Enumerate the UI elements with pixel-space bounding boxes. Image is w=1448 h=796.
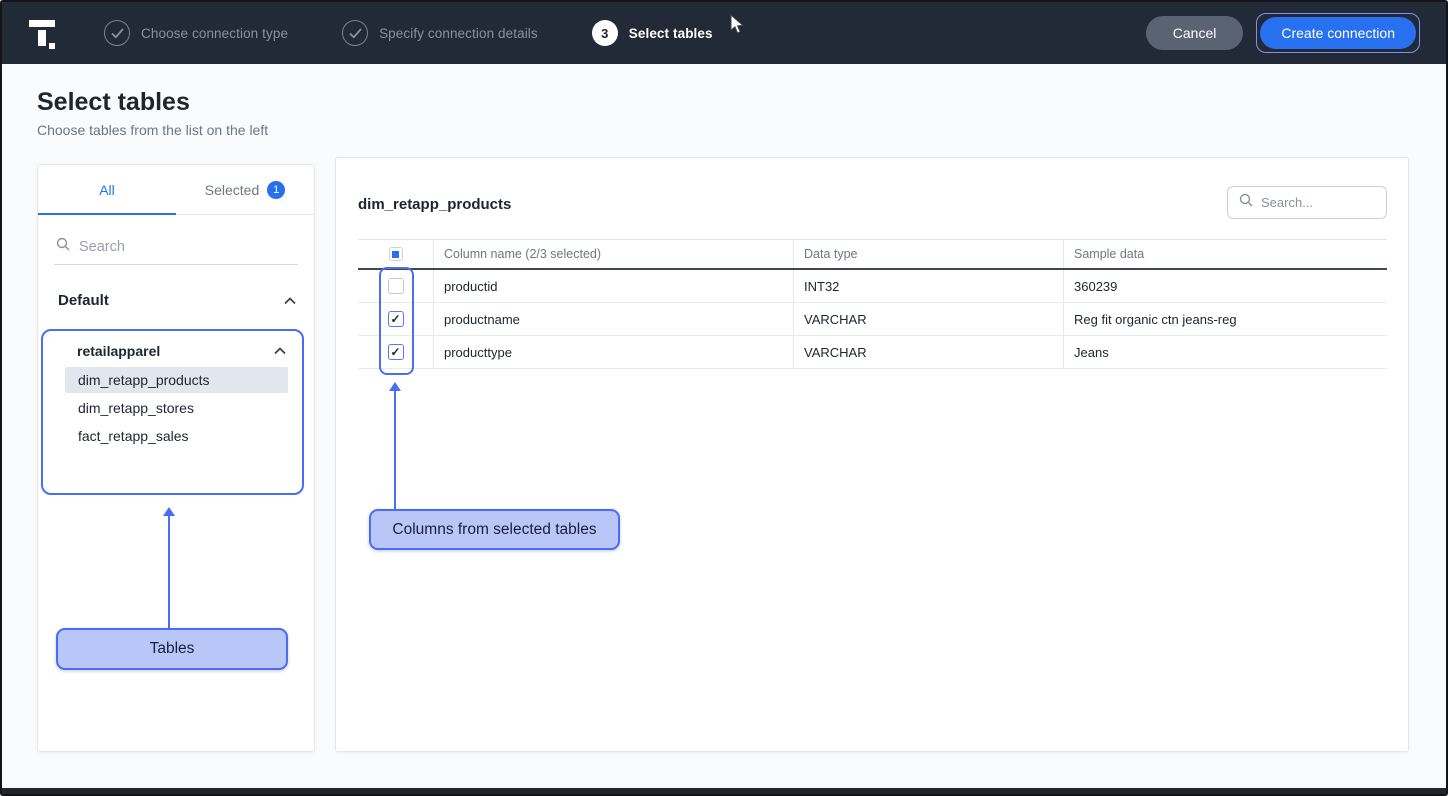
sidebar-search [54, 237, 298, 265]
selected-table-title: dim_retapp_products [358, 196, 511, 213]
column-row-producttype: producttype VARCHAR Jeans [358, 336, 1387, 369]
columns-search-input[interactable] [1261, 195, 1375, 210]
row-checkbox[interactable] [388, 344, 404, 360]
column-name-cell: productid [433, 270, 793, 302]
column-row-productname: productname VARCHAR Reg fit organic ctn … [358, 303, 1387, 336]
columns-annotation-label: Columns from selected tables [369, 509, 620, 550]
columns-annotation-arrow [394, 391, 396, 509]
column-row-productid: productid INT32 360239 [358, 270, 1387, 303]
wizard-top-bar: Choose connection type Specify connectio… [2, 2, 1446, 64]
row-checkbox[interactable] [388, 278, 404, 294]
database-group-annotated: retailapparel dim_retapp_products dim_re… [41, 329, 304, 495]
step-choose-connection-type: Choose connection type [104, 20, 288, 46]
table-item-dim-retapp-products[interactable]: dim_retapp_products [65, 367, 288, 393]
tab-all-label: All [99, 182, 115, 198]
group-header-default[interactable]: Default [38, 265, 314, 320]
window-bottom-edge [2, 788, 1446, 794]
group-label: Default [58, 292, 109, 309]
tab-selected-label: Selected [205, 182, 259, 198]
chevron-up-icon [284, 297, 296, 305]
data-type-cell: VARCHAR [793, 303, 1063, 335]
header-column-name: Column name (2/3 selected) [433, 240, 793, 268]
database-header-retailapparel[interactable]: retailapparel [43, 331, 302, 367]
tab-all[interactable]: All [38, 165, 176, 214]
create-connection-button[interactable]: Create connection [1260, 17, 1416, 49]
app-window: Choose connection type Specify connectio… [0, 0, 1448, 796]
header-data-type: Data type [793, 240, 1063, 268]
table-list: dim_retapp_products dim_retapp_stores fa… [43, 367, 302, 449]
columns-annotation-text: Columns from selected tables [392, 521, 596, 539]
tables-annotation-text: Tables [150, 640, 195, 658]
thoughtspot-logo [28, 17, 58, 49]
tables-annotation-arrowhead [163, 507, 175, 516]
column-name-cell: productname [433, 303, 793, 335]
header-sample-data: Sample data [1063, 240, 1387, 268]
tables-annotation-arrow [168, 516, 170, 628]
select-all-checkbox[interactable] [389, 247, 403, 261]
table-item-dim-retapp-stores[interactable]: dim_retapp_stores [65, 395, 288, 421]
columns-table-header: Column name (2/3 selected) Data type Sam… [358, 239, 1387, 270]
step-label: Specify connection details [379, 26, 538, 41]
tables-sidebar: All Selected 1 Default retailapparel [37, 164, 315, 752]
search-icon [1239, 193, 1253, 212]
step-done-check-icon [104, 20, 130, 46]
columns-table: Column name (2/3 selected) Data type Sam… [358, 239, 1387, 369]
tab-selected[interactable]: Selected 1 [176, 165, 314, 214]
step-label: Choose connection type [141, 26, 288, 41]
search-icon [56, 237, 70, 256]
tables-annotation-label: Tables [56, 628, 288, 670]
sample-data-cell: Reg fit organic ctn jeans-reg [1063, 303, 1387, 335]
table-name: fact_retapp_sales [78, 428, 189, 444]
columns-search [1227, 186, 1387, 219]
chevron-up-icon [274, 347, 286, 355]
table-name: dim_retapp_products [78, 372, 210, 388]
step-number: 3 [592, 20, 618, 46]
table-item-fact-retapp-sales[interactable]: fact_retapp_sales [65, 423, 288, 449]
selected-count-badge: 1 [267, 181, 285, 199]
sidebar-tabs: All Selected 1 [38, 165, 314, 215]
columns-annotation-arrowhead [389, 382, 401, 391]
columns-panel: dim_retapp_products Column name (2/3 sel… [335, 157, 1409, 752]
sidebar-search-input[interactable] [79, 239, 296, 255]
data-type-cell: VARCHAR [793, 336, 1063, 368]
sample-data-cell: Jeans [1063, 336, 1387, 368]
page-title: Select tables [37, 88, 190, 117]
table-name: dim_retapp_stores [78, 400, 194, 416]
page-subtitle: Choose tables from the list on the left [37, 122, 268, 138]
sample-data-cell: 360239 [1063, 270, 1387, 302]
step-label: Select tables [629, 26, 713, 41]
cancel-button[interactable]: Cancel [1146, 16, 1244, 50]
row-checkbox[interactable] [388, 311, 404, 327]
step-select-tables: 3 Select tables [592, 20, 713, 46]
step-done-check-icon [342, 20, 368, 46]
step-specify-connection-details: Specify connection details [342, 20, 538, 46]
database-name: retailapparel [77, 343, 160, 359]
column-name-cell: producttype [433, 336, 793, 368]
create-connection-focus-ring: Create connection [1256, 13, 1420, 53]
data-type-cell: INT32 [793, 270, 1063, 302]
